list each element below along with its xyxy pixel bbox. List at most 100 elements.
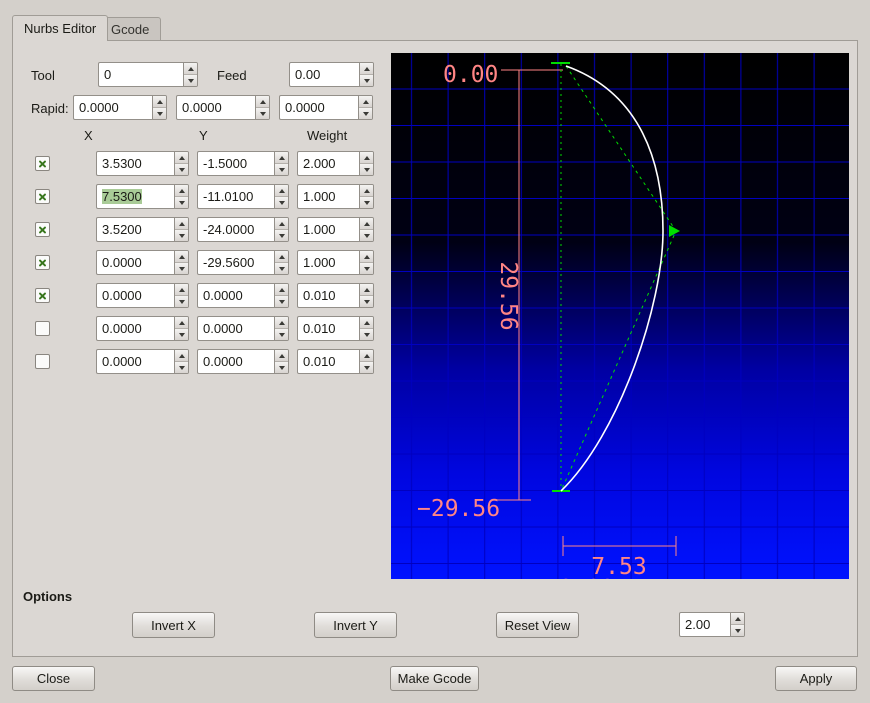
spin-up-button[interactable] bbox=[360, 284, 373, 296]
tab-gcode[interactable]: Gcode bbox=[99, 17, 162, 40]
point-7-x-spinbox[interactable]: 0.0000 bbox=[96, 349, 189, 374]
spin-up-button[interactable] bbox=[275, 185, 288, 197]
spin-down-button[interactable] bbox=[275, 296, 288, 307]
spin-up-button[interactable] bbox=[175, 185, 188, 197]
rapid-z-spinbox[interactable]: 0.0000 bbox=[279, 95, 373, 120]
point-6-y-input[interactable]: 0.0000 bbox=[198, 317, 274, 340]
spin-down-button[interactable] bbox=[359, 108, 372, 119]
spin-up-button[interactable] bbox=[175, 284, 188, 296]
spin-down-button[interactable] bbox=[731, 625, 744, 636]
point-4-x-input[interactable]: 0.0000 bbox=[97, 251, 174, 274]
spin-down-button[interactable] bbox=[275, 263, 288, 274]
make-gcode-button[interactable]: Make Gcode bbox=[390, 666, 479, 691]
point-5-checkbox[interactable] bbox=[35, 288, 50, 303]
point-3-y-spinbox[interactable]: -24.0000 bbox=[197, 217, 289, 242]
spin-up-button[interactable] bbox=[360, 218, 373, 230]
spin-up-button[interactable] bbox=[175, 317, 188, 329]
spin-up-button[interactable] bbox=[175, 152, 188, 164]
point-3-x-input[interactable]: 3.5200 bbox=[97, 218, 174, 241]
close-button[interactable]: Close bbox=[12, 666, 95, 691]
spin-up-button[interactable] bbox=[360, 251, 373, 263]
tab-nurbs-editor[interactable]: Nurbs Editor bbox=[12, 15, 109, 41]
point-4-y-spinbox[interactable]: -29.5600 bbox=[197, 250, 289, 275]
point-4-weight-input[interactable]: 1.000 bbox=[298, 251, 359, 274]
point-2-y-spinbox[interactable]: -11.0100 bbox=[197, 184, 289, 209]
spin-down-button[interactable] bbox=[360, 263, 373, 274]
point-1-x-spinbox[interactable]: 3.5300 bbox=[96, 151, 189, 176]
rapid-x-input[interactable]: 0.0000 bbox=[74, 96, 152, 119]
spin-down-button[interactable] bbox=[360, 197, 373, 208]
spin-down-button[interactable] bbox=[360, 230, 373, 241]
spin-down-button[interactable] bbox=[153, 108, 166, 119]
rapid-z-input[interactable]: 0.0000 bbox=[280, 96, 358, 119]
point-2-weight-input[interactable]: 1.000 bbox=[298, 185, 359, 208]
point-6-x-spinbox[interactable]: 0.0000 bbox=[96, 316, 189, 341]
spin-down-button[interactable] bbox=[275, 164, 288, 175]
spin-up-button[interactable] bbox=[360, 152, 373, 164]
point-6-checkbox[interactable] bbox=[35, 321, 50, 336]
point-2-x-spinbox[interactable]: 7.5300 bbox=[96, 184, 189, 209]
point-5-x-input[interactable]: 0.0000 bbox=[97, 284, 174, 307]
spin-up-button[interactable] bbox=[275, 350, 288, 362]
point-2-checkbox[interactable] bbox=[35, 189, 50, 204]
point-7-weight-input[interactable]: 0.010 bbox=[298, 350, 359, 373]
point-3-checkbox[interactable] bbox=[35, 222, 50, 237]
spin-up-button[interactable] bbox=[360, 350, 373, 362]
spin-down-button[interactable] bbox=[184, 75, 197, 86]
spin-up-button[interactable] bbox=[360, 63, 373, 75]
spin-down-button[interactable] bbox=[175, 230, 188, 241]
spin-up-button[interactable] bbox=[175, 218, 188, 230]
spin-down-button[interactable] bbox=[360, 75, 373, 86]
point-7-weight-spinbox[interactable]: 0.010 bbox=[297, 349, 374, 374]
spin-up-button[interactable] bbox=[275, 284, 288, 296]
point-3-weight-input[interactable]: 1.000 bbox=[298, 218, 359, 241]
spin-down-button[interactable] bbox=[175, 164, 188, 175]
point-6-weight-spinbox[interactable]: 0.010 bbox=[297, 316, 374, 341]
point-7-x-input[interactable]: 0.0000 bbox=[97, 350, 174, 373]
spin-down-button[interactable] bbox=[275, 362, 288, 373]
apply-button[interactable]: Apply bbox=[775, 666, 857, 691]
reset-view-button[interactable]: Reset View bbox=[496, 612, 579, 638]
tool-input[interactable]: 0 bbox=[99, 63, 183, 86]
spin-down-button[interactable] bbox=[360, 362, 373, 373]
point-1-weight-input[interactable]: 2.000 bbox=[298, 152, 359, 175]
rapid-y-input[interactable]: 0.0000 bbox=[177, 96, 255, 119]
scale-spinbox[interactable]: 2.00 bbox=[679, 612, 745, 637]
point-5-y-spinbox[interactable]: 0.0000 bbox=[197, 283, 289, 308]
spin-up-button[interactable] bbox=[359, 96, 372, 108]
point-1-checkbox[interactable] bbox=[35, 156, 50, 171]
spin-down-button[interactable] bbox=[175, 329, 188, 340]
point-4-weight-spinbox[interactable]: 1.000 bbox=[297, 250, 374, 275]
spin-up-button[interactable] bbox=[360, 185, 373, 197]
point-2-x-input[interactable]: 7.5300 bbox=[97, 185, 174, 208]
scale-input[interactable]: 2.00 bbox=[680, 613, 730, 636]
spin-up-button[interactable] bbox=[275, 317, 288, 329]
spin-down-button[interactable] bbox=[275, 329, 288, 340]
point-1-y-spinbox[interactable]: -1.5000 bbox=[197, 151, 289, 176]
point-7-y-spinbox[interactable]: 0.0000 bbox=[197, 349, 289, 374]
spin-down-button[interactable] bbox=[175, 197, 188, 208]
spin-down-button[interactable] bbox=[360, 296, 373, 307]
spin-down-button[interactable] bbox=[175, 296, 188, 307]
feed-spinbox[interactable]: 0.00 bbox=[289, 62, 374, 87]
point-1-weight-spinbox[interactable]: 2.000 bbox=[297, 151, 374, 176]
spin-up-button[interactable] bbox=[184, 63, 197, 75]
spin-up-button[interactable] bbox=[731, 613, 744, 625]
spin-up-button[interactable] bbox=[153, 96, 166, 108]
spin-up-button[interactable] bbox=[256, 96, 269, 108]
invert-x-button[interactable]: Invert X bbox=[132, 612, 215, 638]
point-6-y-spinbox[interactable]: 0.0000 bbox=[197, 316, 289, 341]
point-3-x-spinbox[interactable]: 3.5200 bbox=[96, 217, 189, 242]
point-3-weight-spinbox[interactable]: 1.000 bbox=[297, 217, 374, 242]
point-6-weight-input[interactable]: 0.010 bbox=[298, 317, 359, 340]
point-4-x-spinbox[interactable]: 0.0000 bbox=[96, 250, 189, 275]
spin-up-button[interactable] bbox=[175, 251, 188, 263]
point-1-x-input[interactable]: 3.5300 bbox=[97, 152, 174, 175]
point-3-y-input[interactable]: -24.0000 bbox=[198, 218, 274, 241]
invert-y-button[interactable]: Invert Y bbox=[314, 612, 397, 638]
point-7-checkbox[interactable] bbox=[35, 354, 50, 369]
point-5-y-input[interactable]: 0.0000 bbox=[198, 284, 274, 307]
rapid-y-spinbox[interactable]: 0.0000 bbox=[176, 95, 270, 120]
point-4-checkbox[interactable] bbox=[35, 255, 50, 270]
nurbs-preview-plot[interactable]: 0.00 29.56 −29.56 7.53 0.00 bbox=[391, 53, 849, 579]
